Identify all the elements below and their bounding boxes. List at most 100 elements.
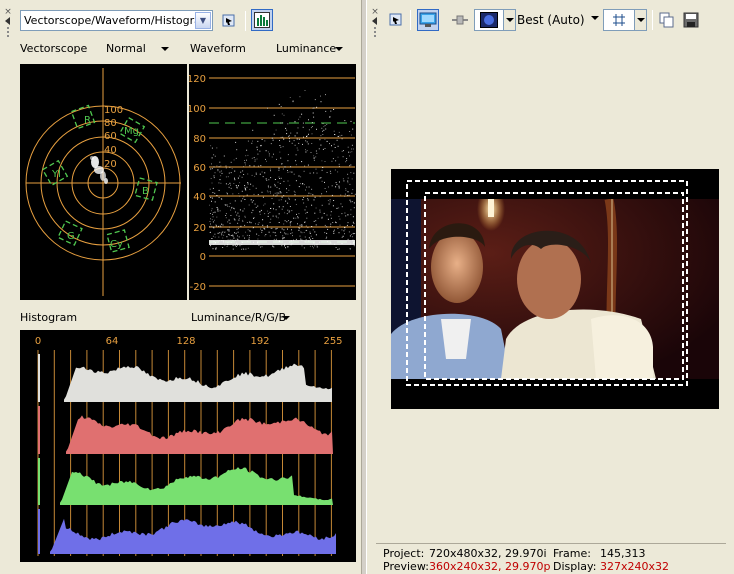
video-preview[interactable] [391,169,719,409]
waveform-sample [211,168,213,170]
waveform-sample [299,116,301,118]
preview-quality-dropdown[interactable]: Best (Auto) [517,13,585,27]
waveform-sample [338,215,340,217]
panel-grip[interactable]: × [371,8,379,37]
waveform-sample [277,217,279,219]
waveform-sample [265,234,267,235]
copy-snapshot-button[interactable] [656,9,678,31]
waveform-sample [291,229,292,231]
waveform-sample [311,204,313,206]
waveform-sample [280,106,282,107]
waveform-sample [244,185,246,186]
video-output-button[interactable] [417,9,439,31]
waveform-sample [294,121,296,123]
chevron-down-icon[interactable] [503,10,515,30]
waveform-sample [338,248,340,250]
waveform-sample [340,203,342,205]
histogram-display: 0 64 128 192 255 [20,330,356,562]
waveform-sample [333,232,335,234]
waveform-sample [323,126,325,128]
waveform-sample [349,151,351,153]
waveform-sample [320,144,322,146]
waveform-sample [322,167,324,168]
chevron-down-icon[interactable] [282,316,290,320]
waveform-sample [210,196,212,198]
chevron-down-icon[interactable] [591,16,599,20]
overlays-dropdown[interactable] [603,9,647,31]
waveform-sample [267,151,269,153]
grip-handle-icon[interactable] [374,27,377,37]
waveform-sample [244,186,246,188]
waveform-sample [221,172,223,174]
waveform-tick-40: 40 [193,192,206,203]
waveform-sample [275,228,277,230]
waveform-sample [216,216,218,218]
overlay-mode-dropdown[interactable] [474,9,516,31]
scopes-settings-button[interactable] [251,9,273,31]
waveform-sample [347,195,348,197]
waveform-sample [236,238,238,240]
waveform-sample [300,231,302,233]
waveform-sample [212,248,214,250]
waveform-sample [275,195,277,197]
collapse-arrow-icon[interactable] [5,17,10,25]
chevron-down-icon[interactable] [634,10,646,30]
waveform-sample [289,140,291,142]
waveform-sample [218,225,220,227]
waveform-sample [337,248,339,250]
waveform-sample [323,129,325,131]
waveform-sample [314,245,316,247]
vectorscope-mode-dropdown[interactable]: Normal [106,42,146,55]
preview-device-button[interactable] [385,9,407,31]
waveform-sample [302,183,304,184]
waveform-sample [293,173,295,175]
chevron-down-icon[interactable]: ▼ [195,12,211,29]
waveform-sample [226,246,228,247]
waveform-sample [217,169,219,171]
collapse-arrow-icon[interactable] [372,17,377,25]
waveform-sample [269,211,271,213]
waveform-sample [247,182,249,184]
waveform-sample [220,170,222,172]
waveform-sample [248,204,250,206]
waveform-sample [270,143,272,145]
grip-handle-icon[interactable] [7,27,10,37]
waveform-sample [309,172,311,174]
waveform-sample [313,172,315,174]
panel-grip[interactable]: × [4,8,12,37]
waveform-sample [228,233,230,235]
waveform-sample [324,161,326,162]
chevron-down-icon[interactable] [335,47,343,51]
waveform-sample [282,122,284,124]
waveform-sample [244,199,246,200]
waveform-mode-dropdown[interactable]: Luminance [276,42,336,55]
waveform-sample [268,153,270,155]
split-screen-button[interactable] [449,9,471,31]
waveform-sample [235,185,237,186]
waveform-sample [320,101,322,103]
histogram-mode-dropdown[interactable]: Luminance/R/G/B [191,311,286,324]
waveform-sample [319,196,321,198]
waveform-sample [268,155,270,157]
histogram-tick-64: 64 [106,336,119,347]
waveform-sample [237,222,239,224]
waveform-sample [298,213,300,215]
waveform-sample [212,212,214,214]
waveform-sample [243,208,245,210]
waveform-sample [212,213,213,215]
preview-status-bar: Project: 720x480x32, 29.970i Frame: 145,… [376,543,726,574]
waveform-sample [218,182,220,184]
waveform-sample [270,177,272,179]
waveform-sample [219,179,221,181]
waveform-sample [225,183,227,185]
histogram-channel-red [66,415,333,454]
save-snapshot-button[interactable] [680,9,702,31]
waveform-tick-60: 60 [193,163,206,174]
scope-type-select[interactable]: Vectorscope/Waveform/Histogram ▼ [20,10,213,31]
waveform-sample [271,227,273,229]
close-icon[interactable]: × [371,8,379,17]
close-icon[interactable]: × [4,8,12,17]
update-scopes-button[interactable] [218,10,240,32]
histogram-tick-192: 192 [250,336,269,347]
chevron-down-icon[interactable] [161,47,169,51]
